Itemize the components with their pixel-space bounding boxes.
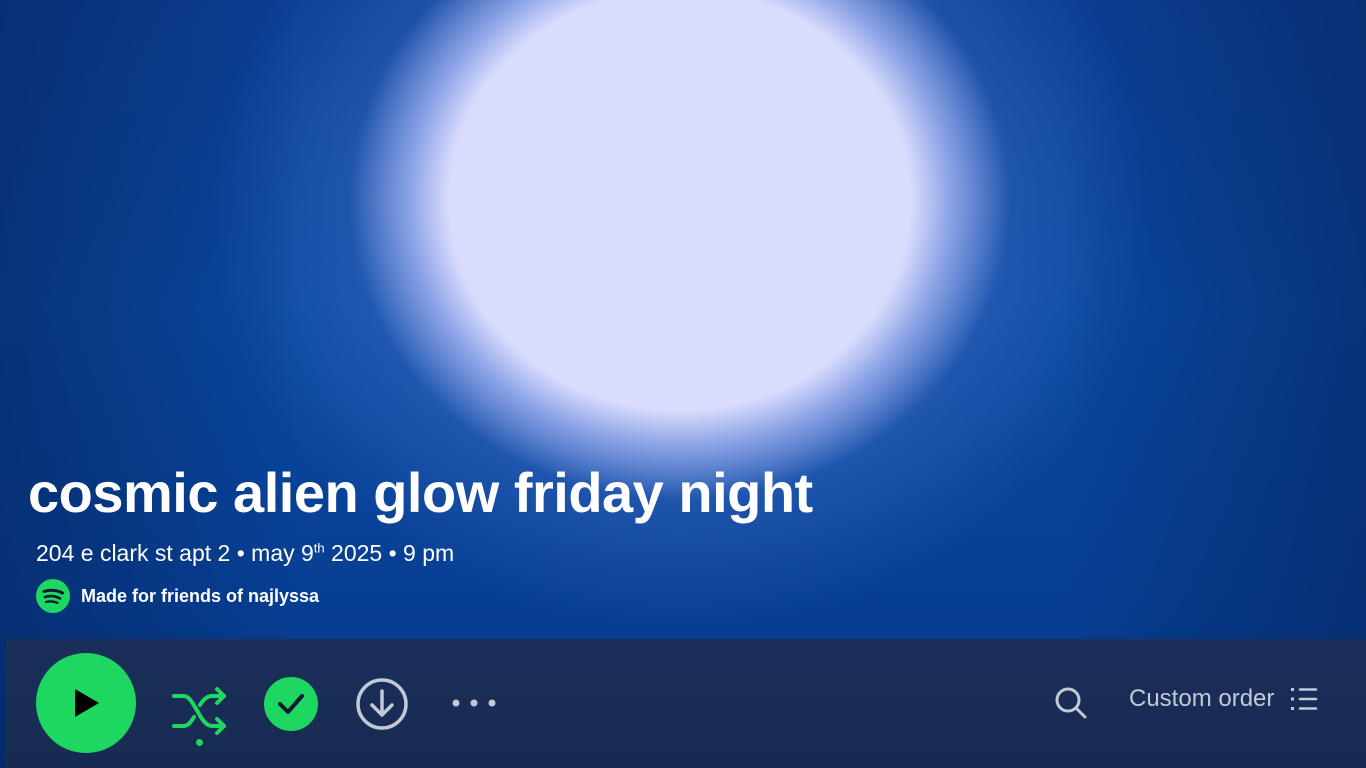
more-icon <box>452 699 496 707</box>
spotify-logo-icon <box>36 579 70 613</box>
action-bar: Custom order <box>6 639 1366 768</box>
shuffle-button[interactable] <box>170 679 230 743</box>
download-button[interactable] <box>354 676 410 732</box>
play-button[interactable] <box>36 653 136 753</box>
search-button[interactable] <box>1052 683 1090 723</box>
description-ordinal: th <box>313 540 325 556</box>
play-icon <box>75 689 99 717</box>
saved-button[interactable] <box>264 677 318 731</box>
sort-label: Custom order <box>1129 685 1275 712</box>
shuffle-icon <box>172 687 226 735</box>
list-icon <box>1291 688 1318 710</box>
check-icon <box>278 694 304 714</box>
search-icon <box>1055 687 1087 719</box>
playlist-title: cosmic alien glow friday night <box>28 461 813 524</box>
playlist-description: 204 e clark st apt 2 • may 9th 2025 • 9 … <box>36 540 813 567</box>
more-options-button[interactable] <box>446 689 502 717</box>
description-suffix: 2025 • 9 pm <box>324 540 455 566</box>
description-prefix: 204 e clark st apt 2 • may 9 <box>36 540 314 566</box>
download-icon <box>356 678 408 730</box>
made-for-row: Made for friends of najlyssa <box>36 579 813 613</box>
sort-dropdown[interactable]: Custom order <box>1129 685 1318 713</box>
shuffle-active-indicator <box>196 739 203 746</box>
made-for-label: Made for friends of najlyssa <box>81 585 320 606</box>
playlist-header: cosmic alien glow friday night 204 e cla… <box>28 458 813 613</box>
